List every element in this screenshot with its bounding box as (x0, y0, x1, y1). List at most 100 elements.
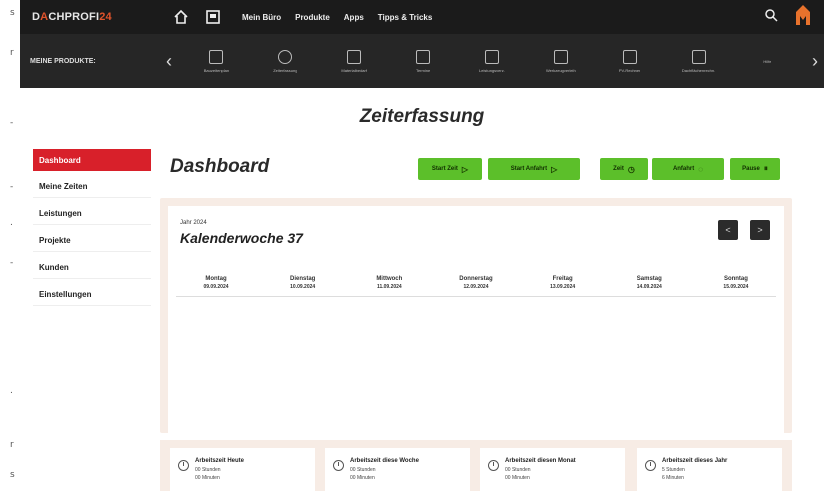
day-column[interactable]: Sonntag 15.09.2024 (696, 276, 776, 290)
top-navigation-bar: DACHPROFI24 Mein Büro Produkte Apps Tipp… (20, 0, 824, 34)
stat-hours: 5 Stunden (662, 467, 685, 473)
clock-icon (278, 49, 293, 64)
product-label: Zeiterfassung (273, 67, 298, 73)
sidebar-item-leistungen[interactable]: Leistungen (33, 203, 151, 225)
product-item[interactable]: Zeiterfassung (255, 49, 315, 73)
nav-tipps-tricks[interactable]: Tipps & Tricks (378, 13, 433, 22)
clock-icon (645, 460, 656, 471)
day-column[interactable]: Montag 09.09.2024 (176, 276, 256, 290)
stat-card-today: Arbeitszeit Heute 00 Stunden 00 Minuten (170, 448, 315, 491)
sidebar-item-dashboard[interactable]: Dashboard (33, 149, 151, 171)
day-column[interactable]: Mittwoch 11.09.2024 (349, 276, 429, 290)
product-item[interactable]: Werkzeugverleih (531, 49, 591, 73)
day-column[interactable]: Freitag 13.09.2024 (523, 276, 603, 290)
day-column[interactable]: Samstag 14.09.2024 (609, 276, 689, 290)
solar-icon (622, 49, 637, 64)
next-week-button[interactable]: > (750, 220, 770, 240)
week-calendar: Jahr 2024 Kalenderwoche 37 < > Montag 09.… (168, 206, 784, 433)
stat-minutes: 6 Minuten (662, 475, 684, 481)
week-calendar-panel: Jahr 2024 Kalenderwoche 37 < > Montag 09.… (160, 198, 792, 433)
stat-minutes: 00 Minuten (505, 475, 530, 481)
day-name: Sonntag (723, 276, 748, 282)
stat-card-week: Arbeitszeit diese Woche 00 Stunden 00 Mi… (325, 448, 470, 491)
travel-button[interactable]: Anfahrt ◌ (652, 158, 724, 180)
product-item[interactable]: Termine (393, 49, 453, 73)
home-icon[interactable] (172, 8, 190, 26)
products-list: Bauzeitenplan Zeiterfassung Materialbeda… (178, 49, 806, 73)
dashboard-title: Dashboard (170, 156, 270, 177)
time-button[interactable]: Zeit ◷ (600, 158, 648, 180)
products-next-arrow[interactable]: › (806, 52, 824, 70)
top-right-actions (764, 4, 812, 31)
day-date: 13.09.2024 (550, 284, 576, 290)
week-label: Kalenderwoche 37 (180, 230, 303, 246)
margin-mark: r (10, 48, 14, 58)
nav-produkte[interactable]: Produkte (295, 13, 330, 22)
logo-prefix: D (32, 11, 41, 23)
margin-mark: . (10, 218, 13, 228)
stat-title: Arbeitszeit diesen Monat (505, 458, 576, 464)
day-name: Montag (205, 276, 227, 282)
product-label: Bauzeitenplan (203, 67, 230, 73)
product-item[interactable]: Bauzeitenplan (186, 49, 246, 73)
chevron-right-icon: > (757, 225, 763, 235)
margin-mark: - (10, 182, 14, 192)
stop-icon: ◷ (627, 164, 635, 174)
day-column[interactable]: Donnerstag 12.09.2024 (436, 276, 516, 290)
day-date: 14.09.2024 (636, 284, 662, 290)
product-label: Termine (415, 67, 431, 73)
product-label: Leistungsverz. (479, 67, 505, 73)
pause-label: Pause (742, 166, 760, 172)
work-time-stats-panel: Arbeitszeit Heute 00 Stunden 00 Minuten … (160, 440, 792, 491)
office-icon[interactable] (204, 8, 222, 26)
product-label: PV-Rechner (618, 67, 641, 73)
logo-rest: CHPROFI (48, 11, 100, 23)
stat-card-month: Arbeitszeit diesen Monat 00 Stunden 00 M… (480, 448, 625, 491)
car-icon: ◌ (698, 164, 704, 174)
product-item[interactable]: Dachflächenrechn. (669, 49, 729, 73)
dachprofi-logo[interactable]: DACHPROFI24 (32, 11, 172, 23)
play-icon: ▷ (461, 164, 469, 174)
prev-week-button[interactable]: < (718, 220, 738, 240)
clock-icon (488, 460, 499, 471)
product-item[interactable]: Hilfe (737, 59, 797, 64)
stat-minutes: 00 Minuten (195, 475, 220, 481)
main-nav: Mein Büro Produkte Apps Tipps & Tricks (242, 13, 432, 22)
play-icon: ▷ (551, 164, 558, 174)
calendar-icon (416, 49, 431, 64)
day-column[interactable]: Dienstag 10.09.2024 (263, 276, 343, 290)
chevron-left-icon: < (725, 225, 731, 235)
start-time-button[interactable]: Start Zeit ▷ (418, 158, 482, 180)
user-icon[interactable] (764, 8, 778, 27)
sidebar-item-projekte[interactable]: Projekte (33, 230, 151, 252)
year-label: Jahr 2024 (180, 220, 207, 226)
pause-button[interactable]: Pause ⏸ (730, 158, 780, 180)
stat-title: Arbeitszeit diese Woche (350, 458, 419, 464)
nav-apps[interactable]: Apps (344, 13, 364, 22)
margin-mark: - (10, 118, 14, 128)
nav-mein-buero[interactable]: Mein Büro (242, 13, 281, 22)
pause-icon: ⏸ (763, 164, 768, 173)
sidebar-item-einstellungen[interactable]: Einstellungen (33, 284, 151, 306)
left-margin: s r - - . - . r s (0, 0, 20, 491)
product-icon (209, 49, 224, 64)
product-label: Werkzeugverleih (545, 67, 576, 73)
sidebar-item-meine-zeiten[interactable]: Meine Zeiten (33, 176, 151, 198)
logo-suffix: 24 (99, 11, 112, 23)
time-label: Zeit (613, 166, 624, 172)
page-title: Zeiterfassung (359, 106, 485, 127)
product-label: Dachflächenrechn. (681, 67, 716, 73)
start-travel-button[interactable]: Start Anfahrt ▷ (488, 158, 580, 180)
tool-icon (553, 49, 568, 64)
product-item[interactable]: Materialbedarf (324, 49, 384, 73)
sidebar-item-kunden[interactable]: Kunden (33, 257, 151, 279)
day-name: Samstag (636, 276, 662, 282)
margin-mark: s (10, 8, 15, 18)
product-item[interactable]: Leistungsverz. (462, 49, 522, 73)
product-item[interactable]: PV-Rechner (600, 49, 660, 73)
brand-flame-icon[interactable] (794, 4, 812, 31)
start-time-label: Start Zeit (431, 166, 458, 172)
products-prev-arrow[interactable]: ‹ (160, 52, 178, 70)
day-date: 15.09.2024 (723, 284, 749, 290)
stat-hours: 00 Stunden (350, 467, 376, 473)
